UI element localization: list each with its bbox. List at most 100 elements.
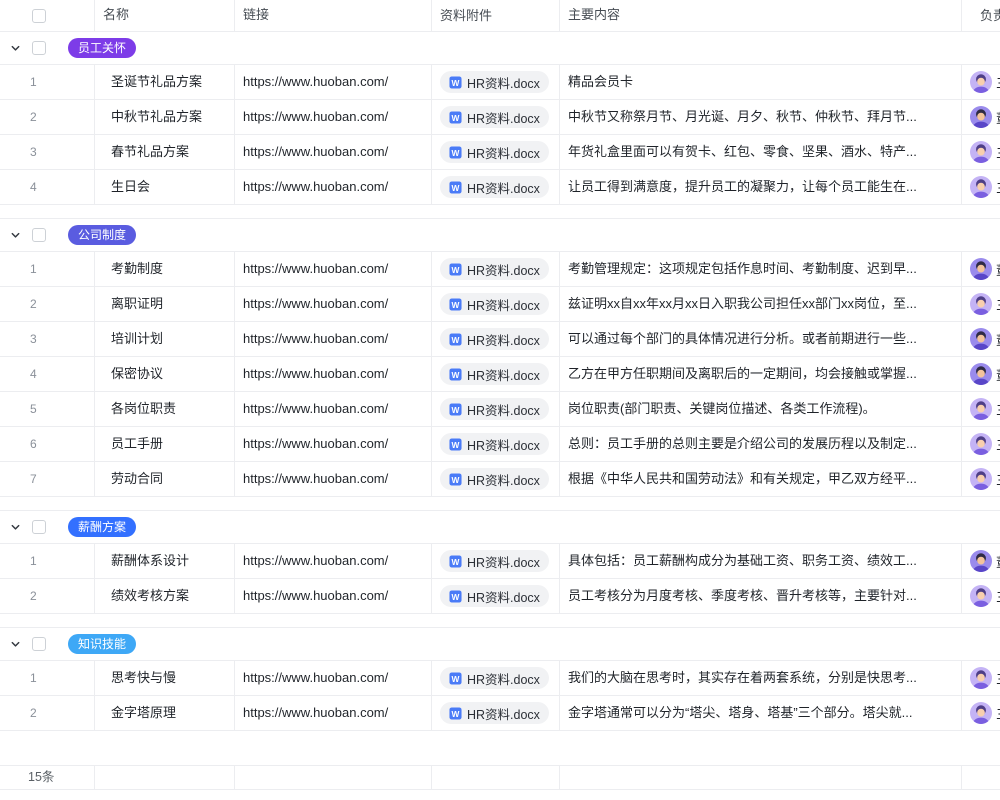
table-row[interactable]: 1 考勤制度 https://www.huoban.com/ W HR资料.do… <box>0 252 1000 287</box>
group-header[interactable]: 薪酬方案 <box>0 511 1000 544</box>
row-number[interactable]: 1 <box>0 252 95 286</box>
table-row[interactable]: 1 思考快与慢 https://www.huoban.com/ W HR资料.d… <box>0 661 1000 696</box>
name-cell[interactable]: 离职证明 <box>95 287 235 321</box>
name-cell[interactable]: 保密协议 <box>95 357 235 391</box>
column-header-content[interactable]: 主要内容 <box>560 0 962 31</box>
row-number[interactable]: 1 <box>0 661 95 695</box>
content-cell[interactable]: 精品会员卡 <box>560 65 962 99</box>
name-cell[interactable]: 绩效考核方案 <box>95 579 235 613</box>
attachment-chip[interactable]: W HR资料.docx <box>440 667 549 689</box>
attachment-chip[interactable]: W HR资料.docx <box>440 585 549 607</box>
owner-cell[interactable]: 董 <box>962 544 1000 578</box>
group-badge[interactable]: 员工关怀 <box>68 38 136 58</box>
link-cell[interactable]: https://www.huoban.com/ <box>235 252 432 286</box>
attachment-chip[interactable]: W HR资料.docx <box>440 468 549 490</box>
group-checkbox[interactable] <box>32 41 46 55</box>
row-number[interactable]: 1 <box>0 65 95 99</box>
owner-cell[interactable]: 董 <box>962 357 1000 391</box>
row-number[interactable]: 6 <box>0 427 95 461</box>
column-header-owner[interactable]: 负责人 <box>962 0 1000 31</box>
row-number[interactable]: 4 <box>0 357 95 391</box>
attachment-chip[interactable]: W HR资料.docx <box>440 433 549 455</box>
row-number[interactable]: 2 <box>0 100 95 134</box>
row-number[interactable]: 7 <box>0 462 95 496</box>
content-cell[interactable]: 我们的大脑在思考时，其实存在着两套系统，分别是快思考... <box>560 661 962 695</box>
table-row[interactable]: 7 劳动合同 https://www.huoban.com/ W HR资料.do… <box>0 462 1000 497</box>
name-cell[interactable]: 生日会 <box>95 170 235 204</box>
content-cell[interactable]: 中秋节又称祭月节、月光诞、月夕、秋节、仲秋节、拜月节... <box>560 100 962 134</box>
link-cell[interactable]: https://www.huoban.com/ <box>235 427 432 461</box>
table-row[interactable]: 5 各岗位职责 https://www.huoban.com/ W HR资料.d… <box>0 392 1000 427</box>
owner-cell[interactable]: 三 <box>962 135 1000 169</box>
table-row[interactable]: 3 春节礼品方案 https://www.huoban.com/ W HR资料.… <box>0 135 1000 170</box>
group-header[interactable]: 公司制度 <box>0 219 1000 252</box>
table-row[interactable]: 1 圣诞节礼品方案 https://www.huoban.com/ W HR资料… <box>0 65 1000 100</box>
table-row[interactable]: 2 中秋节礼品方案 https://www.huoban.com/ W HR资料… <box>0 100 1000 135</box>
group-badge[interactable]: 薪酬方案 <box>68 517 136 537</box>
chevron-down-icon[interactable] <box>10 522 21 533</box>
group-header[interactable]: 知识技能 <box>0 628 1000 661</box>
owner-cell[interactable]: 三 <box>962 579 1000 613</box>
content-cell[interactable]: 可以通过每个部门的具体情况进行分析。或者前期进行一些... <box>560 322 962 356</box>
group-checkbox[interactable] <box>32 520 46 534</box>
column-header-attachment[interactable]: 资料附件 <box>432 0 560 31</box>
owner-cell[interactable]: 董 <box>962 322 1000 356</box>
content-cell[interactable]: 金字塔通常可以分为“塔尖、塔身、塔基”三个部分。塔尖就... <box>560 696 962 730</box>
name-cell[interactable]: 考勤制度 <box>95 252 235 286</box>
attachment-chip[interactable]: W HR资料.docx <box>440 71 549 93</box>
row-number[interactable]: 3 <box>0 135 95 169</box>
table-row[interactable]: 6 员工手册 https://www.huoban.com/ W HR资料.do… <box>0 427 1000 462</box>
content-cell[interactable]: 具体包括：员工薪酬构成分为基础工资、职务工资、绩效工... <box>560 544 962 578</box>
owner-cell[interactable]: 三 <box>962 696 1000 730</box>
attachment-chip[interactable]: W HR资料.docx <box>440 106 549 128</box>
attachment-chip[interactable]: W HR资料.docx <box>440 550 549 572</box>
content-cell[interactable]: 总则：员工手册的总则主要是介绍公司的发展历程以及制定... <box>560 427 962 461</box>
name-cell[interactable]: 圣诞节礼品方案 <box>95 65 235 99</box>
content-cell[interactable]: 年货礼盒里面可以有贺卡、红包、零食、坚果、酒水、特产... <box>560 135 962 169</box>
name-cell[interactable]: 劳动合同 <box>95 462 235 496</box>
owner-cell[interactable]: 三 <box>962 392 1000 426</box>
name-cell[interactable]: 培训计划 <box>95 322 235 356</box>
link-cell[interactable]: https://www.huoban.com/ <box>235 696 432 730</box>
table-row[interactable]: 1 薪酬体系设计 https://www.huoban.com/ W HR资料.… <box>0 544 1000 579</box>
name-cell[interactable]: 中秋节礼品方案 <box>95 100 235 134</box>
group-checkbox[interactable] <box>32 228 46 242</box>
chevron-down-icon[interactable] <box>10 639 21 650</box>
row-number[interactable]: 3 <box>0 322 95 356</box>
link-cell[interactable]: https://www.huoban.com/ <box>235 170 432 204</box>
content-cell[interactable]: 兹证明xx自xx年xx月xx日入职我公司担任xx部门xx岗位，至... <box>560 287 962 321</box>
name-cell[interactable]: 金字塔原理 <box>95 696 235 730</box>
name-cell[interactable]: 各岗位职责 <box>95 392 235 426</box>
row-number[interactable]: 2 <box>0 696 95 730</box>
owner-cell[interactable]: 董 <box>962 252 1000 286</box>
link-cell[interactable]: https://www.huoban.com/ <box>235 579 432 613</box>
attachment-chip[interactable]: W HR资料.docx <box>440 702 549 724</box>
select-all-checkbox[interactable] <box>32 9 46 23</box>
group-checkbox[interactable] <box>32 637 46 651</box>
content-cell[interactable]: 让员工得到满意度，提升员工的凝聚力，让每个员工能生在... <box>560 170 962 204</box>
name-cell[interactable]: 员工手册 <box>95 427 235 461</box>
content-cell[interactable]: 根据《中华人民共和国劳动法》和有关规定，甲乙双方经平... <box>560 462 962 496</box>
link-cell[interactable]: https://www.huoban.com/ <box>235 287 432 321</box>
row-number[interactable]: 5 <box>0 392 95 426</box>
owner-cell[interactable]: 三 <box>962 287 1000 321</box>
owner-cell[interactable]: 三 <box>962 462 1000 496</box>
row-number[interactable]: 1 <box>0 544 95 578</box>
name-cell[interactable]: 春节礼品方案 <box>95 135 235 169</box>
table-row[interactable]: 4 生日会 https://www.huoban.com/ W HR资料.doc… <box>0 170 1000 205</box>
name-cell[interactable]: 思考快与慢 <box>95 661 235 695</box>
owner-cell[interactable]: 董 <box>962 100 1000 134</box>
chevron-down-icon[interactable] <box>10 43 21 54</box>
name-cell[interactable]: 薪酬体系设计 <box>95 544 235 578</box>
attachment-chip[interactable]: W HR资料.docx <box>440 328 549 350</box>
table-row[interactable]: 2 绩效考核方案 https://www.huoban.com/ W HR资料.… <box>0 579 1000 614</box>
content-cell[interactable]: 员工考核分为月度考核、季度考核、晋升考核等，主要针对... <box>560 579 962 613</box>
attachment-chip[interactable]: W HR资料.docx <box>440 398 549 420</box>
column-header-link[interactable]: 链接 <box>235 0 432 31</box>
content-cell[interactable]: 岗位职责(部门职责、关键岗位描述、各类工作流程)。 <box>560 392 962 426</box>
attachment-chip[interactable]: W HR资料.docx <box>440 176 549 198</box>
column-header-name[interactable]: 名称 <box>95 0 235 31</box>
owner-cell[interactable]: 三 <box>962 170 1000 204</box>
content-cell[interactable]: 考勤管理规定：这项规定包括作息时间、考勤制度、迟到早... <box>560 252 962 286</box>
link-cell[interactable]: https://www.huoban.com/ <box>235 322 432 356</box>
